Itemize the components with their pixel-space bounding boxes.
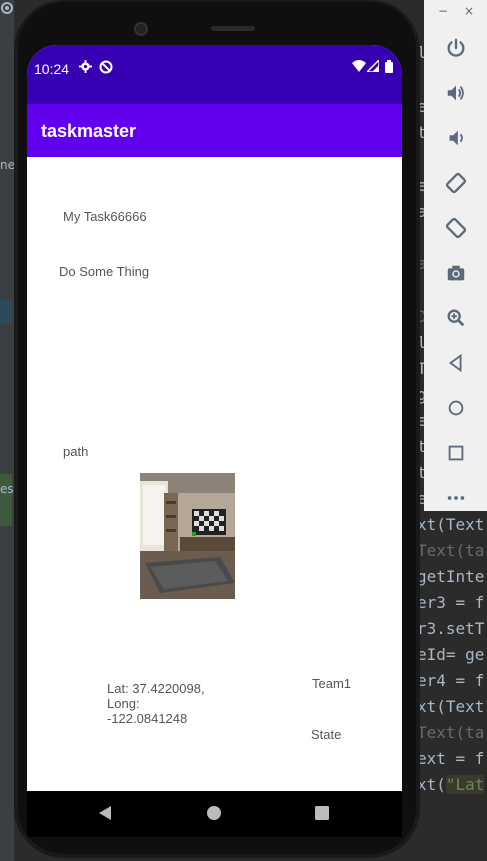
ide-left-panel: ne es: [0, 0, 15, 861]
ide-code-text: xt(: [417, 775, 446, 794]
ide-code-text: Text(ta: [417, 541, 485, 560]
app-title: taskmaster: [41, 121, 137, 141]
ide-code-text: er3 = f: [417, 593, 485, 612]
ide-code-line: r3.setT: [417, 619, 484, 638]
phone-screen: 10:24 taskmaster My Task66666 Do Some Th…: [27, 45, 402, 825]
power-icon[interactable]: [443, 35, 469, 61]
ide-code-text: er4 = f: [417, 671, 485, 690]
ide-code-line: eId= ge: [417, 645, 484, 664]
back-icon[interactable]: [443, 350, 469, 376]
nav-overview-icon[interactable]: [315, 805, 329, 824]
status-time: 10:24: [34, 61, 70, 77]
volume-up-icon[interactable]: [443, 80, 469, 106]
gear-icon[interactable]: [0, 0, 14, 19]
task-state: State: [311, 727, 342, 742]
volume-down-icon[interactable]: [443, 125, 469, 151]
ide-code-line: er4 = f: [417, 671, 484, 690]
signal-icon: [365, 58, 380, 76]
overview-icon[interactable]: [443, 440, 469, 466]
ide-left-text-1: ne: [0, 158, 15, 172]
task-location: Lat: 37.4220098, Long: -122.0841248: [107, 681, 205, 726]
close-button[interactable]: ×: [464, 4, 474, 18]
ide-code-line: ext = f: [417, 749, 484, 768]
task-image: [140, 473, 235, 599]
navigation-bar: [27, 791, 402, 837]
task-team: Team1: [312, 676, 352, 691]
no-sync-icon: [99, 60, 113, 78]
ide-left-selection: [0, 300, 12, 324]
zoom-icon[interactable]: [443, 305, 469, 331]
rotate-left-icon[interactable]: [443, 170, 469, 196]
task-body: Do Some Thing: [59, 264, 150, 279]
home-icon[interactable]: [443, 395, 469, 421]
ide-code-line: Text(ta: [417, 541, 484, 560]
ide-code-line: getInte: [417, 567, 484, 586]
wifi-icon: [352, 60, 366, 76]
ide-code-text: eId= ge: [417, 645, 485, 664]
ide-code-line: xt("Lat: [417, 775, 485, 794]
emulator-toolbar: − ×: [424, 0, 487, 511]
nav-home-icon[interactable]: [206, 805, 222, 825]
emulator-desktop: ne es l e t e a a Dl Tg e t t e xt(Text Text(ta getInt…: [0, 0, 487, 861]
ide-code-line: xt(Text: [417, 697, 484, 716]
ide-code-text: r3.setT: [417, 619, 485, 638]
ide-code-line: er3 = f: [417, 593, 484, 612]
ide-code-text: ext = f: [417, 749, 485, 768]
app-bar: taskmaster: [27, 104, 402, 157]
ide-code-text: Text(ta: [417, 723, 485, 742]
rotate-right-icon[interactable]: [443, 215, 469, 241]
more-icon[interactable]: [443, 485, 469, 511]
status-bar: 10:24: [27, 45, 402, 104]
earpiece-speaker: [211, 26, 255, 31]
minimize-button[interactable]: −: [438, 4, 448, 18]
ide-code-line: Text(ta: [417, 723, 484, 742]
ide-code-string: "Lat: [445, 775, 485, 794]
nav-back-icon[interactable]: [98, 805, 112, 825]
ide-left-text-2: es: [0, 482, 14, 496]
settings-icon: [79, 60, 92, 77]
ide-code-text: getInte: [417, 567, 485, 586]
battery-icon: [385, 60, 393, 77]
front-camera: [134, 22, 148, 36]
ide-code-text: xt(Text: [417, 515, 485, 534]
ide-code-text: xt(Text: [417, 697, 485, 716]
task-title: My Task66666: [63, 209, 147, 224]
ide-code-line: xt(Text: [417, 515, 484, 534]
screenshot-icon[interactable]: [443, 260, 469, 286]
task-path-label: path: [63, 444, 89, 459]
